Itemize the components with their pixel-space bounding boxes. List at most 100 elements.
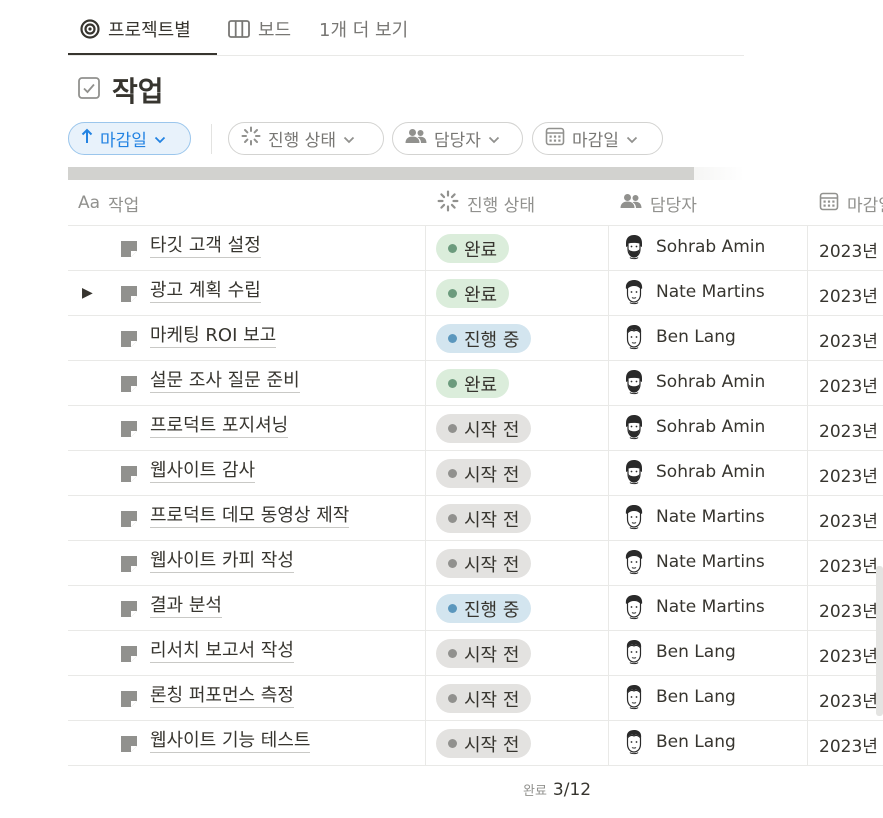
- sort-chip-label: 마감일: [100, 131, 147, 151]
- status-badge[interactable]: 시작 전: [436, 684, 532, 713]
- assignee[interactable]: Ben Lang: [622, 639, 736, 665]
- task-name[interactable]: 설문 조사 질문 준비: [150, 370, 300, 393]
- avatar: [622, 729, 646, 755]
- status-dot: [448, 649, 457, 658]
- assignee[interactable]: Sohrab Amin: [622, 459, 765, 485]
- table-row[interactable]: 론칭 퍼포먼스 측정 시작 전 Ben Lang 2023년: [68, 676, 883, 721]
- task-name[interactable]: 프로덕트 데모 동영상 제작: [150, 505, 350, 528]
- filter-chip-status[interactable]: 진행 상태: [228, 122, 384, 155]
- column-header-assignee[interactable]: 담당자: [620, 180, 697, 226]
- due-date[interactable]: 2023년: [819, 732, 883, 757]
- task-name[interactable]: 리서치 보고서 작성: [150, 640, 294, 663]
- table-row[interactable]: 웹사이트 감사 시작 전 Sohrab Amin 2023년: [68, 451, 883, 496]
- table-row[interactable]: 결과 분석 진행 중 Nate Martins 2023년: [68, 586, 883, 631]
- completion-summary: 완료 3/12: [523, 780, 591, 800]
- assignee[interactable]: Nate Martins: [622, 549, 765, 575]
- status-badge[interactable]: 완료: [436, 279, 510, 308]
- assignee-name: Nate Martins: [656, 597, 765, 617]
- due-date[interactable]: 2023년: [819, 372, 883, 397]
- due-date[interactable]: 2023년: [819, 552, 883, 577]
- table-row[interactable]: 마케팅 ROI 보고 진행 중 Ben Lang 2023년: [68, 316, 883, 361]
- table-row[interactable]: 프로덕트 데모 동영상 제작 시작 전 Nate Martins 2023년: [68, 496, 883, 541]
- assignee[interactable]: Ben Lang: [622, 729, 736, 755]
- column-header-status[interactable]: 진행 상태: [437, 180, 535, 226]
- tab-more-views[interactable]: 1개 더 보기: [319, 14, 408, 44]
- table-row[interactable]: ▶ 광고 계획 수립 완료 Nate Martins 2023년: [68, 271, 883, 316]
- assignee-name: Ben Lang: [656, 732, 736, 752]
- assignee[interactable]: Nate Martins: [622, 279, 765, 305]
- chevron-down-icon: [488, 129, 500, 149]
- status-badge[interactable]: 시작 전: [436, 459, 532, 488]
- task-name[interactable]: 웹사이트 감사: [150, 460, 256, 483]
- task-name[interactable]: 론칭 퍼포먼스 측정: [150, 685, 294, 708]
- status-badge[interactable]: 시작 전: [436, 729, 532, 758]
- page-icon: [120, 330, 138, 352]
- due-date[interactable]: 2023년: [819, 687, 883, 712]
- assignee[interactable]: Nate Martins: [622, 594, 765, 620]
- status-badge[interactable]: 완료: [436, 369, 510, 398]
- assignee[interactable]: Nate Martins: [622, 504, 765, 530]
- assignee-name: Sohrab Amin: [656, 237, 766, 257]
- status-dot: [448, 739, 457, 748]
- due-date[interactable]: 2023년: [819, 417, 883, 442]
- status-badge[interactable]: 진행 중: [436, 594, 532, 623]
- due-date[interactable]: 2023년: [819, 237, 883, 262]
- avatar: [622, 369, 646, 395]
- assignee-name: Sohrab Amin: [656, 372, 766, 392]
- status-badge[interactable]: 시작 전: [436, 549, 532, 578]
- horizontal-scrollbar-thumb[interactable]: [68, 167, 694, 180]
- table-row[interactable]: 타깃 고객 설정 완료 Sohrab Amin 2023년: [68, 226, 883, 271]
- status-dot: [448, 424, 457, 433]
- table-row[interactable]: 프로덕트 포지셔닝 시작 전 Sohrab Amin 2023년: [68, 406, 883, 451]
- vertical-scrollbar[interactable]: [876, 566, 883, 716]
- assignee-name: Ben Lang: [656, 327, 736, 347]
- status-label: 완료: [464, 284, 498, 306]
- status-badge[interactable]: 시작 전: [436, 414, 532, 443]
- status-spinner-icon: [241, 126, 261, 151]
- task-name[interactable]: 결과 분석: [150, 595, 222, 618]
- status-label: 시작 전: [464, 509, 520, 531]
- page-icon: [120, 735, 138, 757]
- due-date[interactable]: 2023년: [819, 462, 883, 487]
- due-date[interactable]: 2023년: [819, 642, 883, 667]
- status-badge[interactable]: 진행 중: [436, 324, 532, 353]
- expand-toggle-icon[interactable]: ▶: [82, 285, 93, 301]
- table-row[interactable]: 웹사이트 기능 테스트 시작 전 Ben Lang 2023년: [68, 721, 883, 766]
- task-name[interactable]: 광고 계획 수립: [150, 280, 261, 303]
- assignee[interactable]: Ben Lang: [622, 324, 736, 350]
- task-name[interactable]: 웹사이트 카피 작성: [150, 550, 294, 573]
- assignee[interactable]: Sohrab Amin: [622, 369, 765, 395]
- assignee[interactable]: Ben Lang: [622, 684, 736, 710]
- status-label: 시작 전: [464, 464, 520, 486]
- task-name[interactable]: 프로덕트 포지셔닝: [150, 415, 289, 438]
- status-dot: [448, 379, 457, 388]
- status-badge[interactable]: 시작 전: [436, 639, 532, 668]
- tab-by-project[interactable]: 프로젝트별: [80, 14, 191, 44]
- table-row[interactable]: 설문 조사 질문 준비 완료 Sohrab Amin 2023년: [68, 361, 883, 406]
- assignee[interactable]: Sohrab Amin: [622, 414, 765, 440]
- column-divider: [425, 226, 426, 766]
- filter-chip-assignee[interactable]: 담당자: [392, 122, 523, 155]
- tab-board[interactable]: 보드: [228, 14, 291, 44]
- due-date[interactable]: 2023년: [819, 597, 883, 622]
- filter-chip-due-date[interactable]: 마감일: [532, 122, 663, 155]
- status-badge[interactable]: 시작 전: [436, 504, 532, 533]
- task-name[interactable]: 마케팅 ROI 보고: [150, 325, 277, 348]
- status-badge[interactable]: 완료: [436, 234, 510, 263]
- avatar: [622, 279, 646, 305]
- due-date[interactable]: 2023년: [819, 507, 883, 532]
- assignee-name: Nate Martins: [656, 552, 765, 572]
- column-header-due-date[interactable]: 마감일: [819, 180, 883, 226]
- assignee[interactable]: Sohrab Amin: [622, 234, 765, 260]
- column-header-label: 진행 상태: [467, 195, 535, 216]
- avatar: [622, 639, 646, 665]
- column-header-task[interactable]: Aa 작업: [78, 180, 139, 226]
- table-row[interactable]: 웹사이트 카피 작성 시작 전 Nate Martins 2023년: [68, 541, 883, 586]
- sort-chip-due-date[interactable]: 마감일: [68, 122, 191, 155]
- table-row[interactable]: 리서치 보고서 작성 시작 전 Ben Lang 2023년: [68, 631, 883, 676]
- task-name[interactable]: 웹사이트 기능 테스트: [150, 730, 311, 753]
- chevron-down-icon: [154, 129, 166, 149]
- due-date[interactable]: 2023년: [819, 327, 883, 352]
- task-name[interactable]: 타깃 고객 설정: [150, 235, 261, 258]
- due-date[interactable]: 2023년: [819, 282, 883, 307]
